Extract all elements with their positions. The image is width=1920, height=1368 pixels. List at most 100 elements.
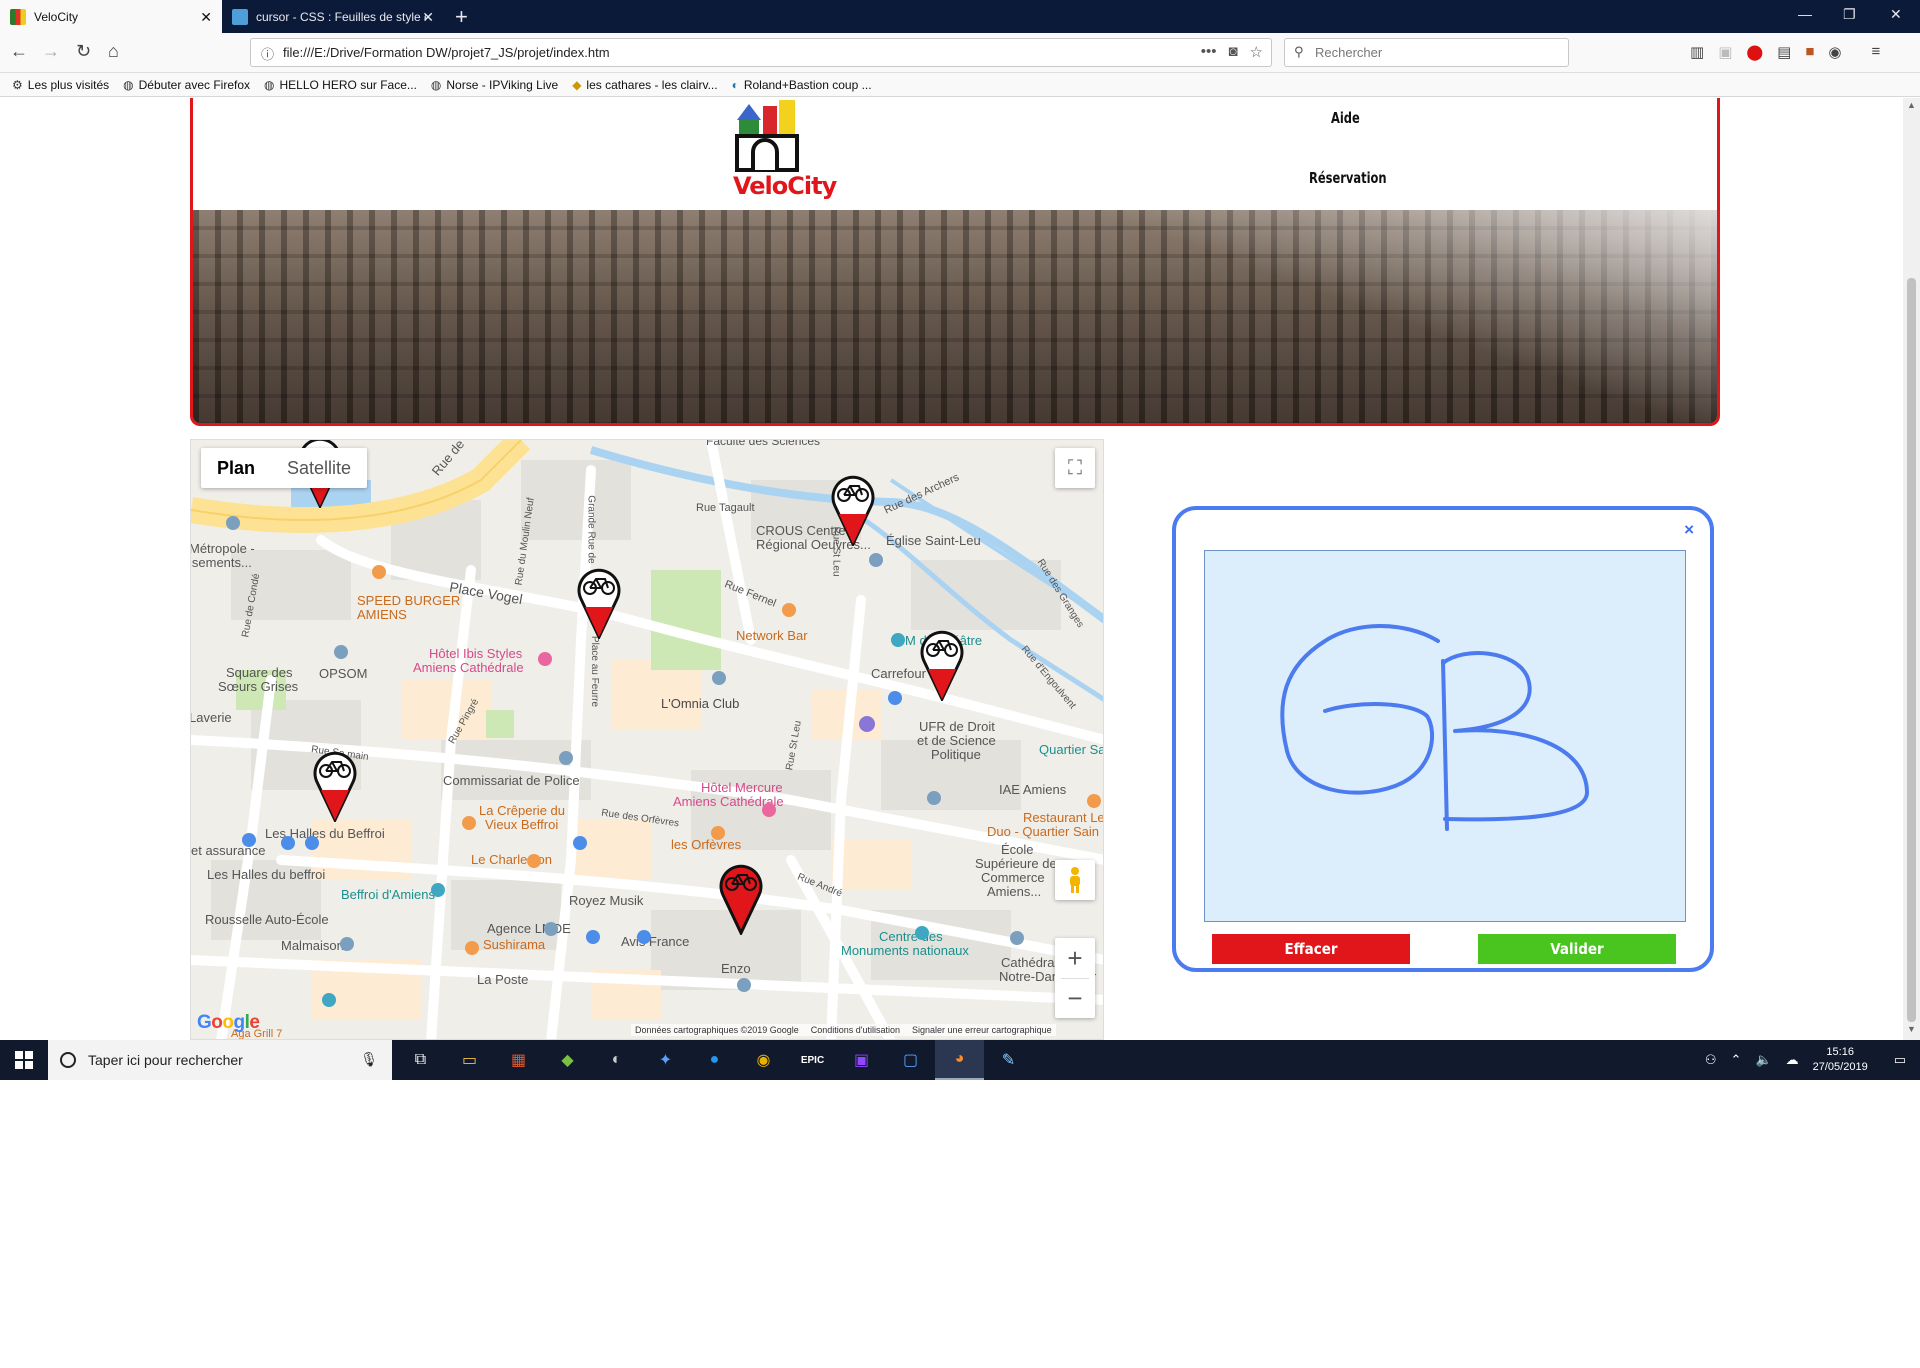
bookmark-label: Les plus visités: [27, 77, 110, 92]
fullscreen-icon[interactable]: ⛶: [1055, 448, 1095, 488]
tab-cursor-css[interactable]: cursor - CSS : Feuilles de style e ✕: [222, 0, 444, 33]
tab-velocity[interactable]: VeloCity ✕: [0, 0, 222, 33]
bookmark-cathares[interactable]: ◆ les cathares - les clairv...: [572, 78, 717, 92]
zoom-in-button[interactable]: +: [1067, 938, 1082, 978]
close-tab-icon[interactable]: ✕: [200, 9, 212, 26]
validate-signature-button[interactable]: Valider: [1478, 934, 1676, 964]
forward-arrow-icon[interactable]: →: [42, 41, 60, 62]
station-map[interactable]: Faculté des Sciences Rue Tagault Rue des…: [190, 439, 1104, 1040]
zoom-out-button[interactable]: −: [1067, 979, 1082, 1018]
map-type-toggle: Plan Satellite: [201, 448, 368, 488]
scroll-up-icon[interactable]: ▲: [1907, 100, 1916, 110]
clock-time: 15:16: [1826, 1046, 1854, 1058]
bookmark-star-icon[interactable]: ☆: [1250, 43, 1263, 61]
google-logo: Google: [197, 1012, 260, 1033]
bike-station-marker[interactable]: [829, 470, 877, 546]
app-icon[interactable]: ✦: [641, 1040, 690, 1080]
search-placeholder: Rechercher: [1315, 45, 1383, 60]
library-icon[interactable]: ▥: [1690, 43, 1704, 61]
back-arrow-icon[interactable]: ←: [10, 41, 28, 62]
people-icon[interactable]: ⚇: [1705, 1052, 1717, 1068]
map-type-satellite[interactable]: Satellite: [271, 448, 367, 488]
menu-icon[interactable]: ≡: [1872, 43, 1881, 61]
close-tab-icon[interactable]: ✕: [422, 9, 434, 26]
bookmark-most-visited[interactable]: ⚙ Les plus visités: [12, 78, 109, 92]
site-nav: VeloCity Aide Réservation: [193, 98, 1717, 210]
taskbar-search-placeholder: Taper ici pour rechercher: [88, 1052, 243, 1068]
street-view-pegman-icon[interactable]: [1055, 860, 1095, 900]
taskbar-search[interactable]: Taper ici pour rechercher 🎙: [48, 1040, 392, 1080]
firefox-icon[interactable]: ◕: [935, 1040, 984, 1080]
paint-icon[interactable]: ✎: [984, 1040, 1033, 1080]
search-bar[interactable]: ⚲ Rechercher: [1284, 38, 1569, 67]
empty-area-below-screen: [0, 1080, 1920, 1368]
reload-icon[interactable]: ↻: [76, 41, 91, 62]
office-app-icon[interactable]: ▦: [494, 1040, 543, 1080]
signature-canvas[interactable]: [1204, 550, 1686, 922]
clear-signature-button[interactable]: Effacer: [1212, 934, 1410, 964]
url-bar[interactable]: ⓘ file:///E:/Drive/Formation DW/projet7_…: [250, 38, 1272, 67]
page-actions-icon[interactable]: •••: [1201, 43, 1217, 61]
app-icon[interactable]: ▢: [886, 1040, 935, 1080]
new-tab-button[interactable]: +: [455, 4, 468, 30]
nav-link-reservation[interactable]: Réservation: [1309, 169, 1387, 187]
start-button[interactable]: [0, 1040, 48, 1080]
volume-icon[interactable]: 🔈: [1755, 1052, 1771, 1068]
pocket-icon[interactable]: ◙: [1228, 43, 1237, 61]
windows-logo-icon: [15, 1051, 33, 1069]
bike-station-marker-selected[interactable]: [717, 859, 765, 935]
page-scrollbar[interactable]: ▲ ▼: [1903, 98, 1920, 1040]
sidebar-icon[interactable]: ▤: [1777, 43, 1791, 61]
bookmark-label: Débuter avec Firefox: [138, 77, 251, 92]
extension-icon[interactable]: ■: [1805, 43, 1814, 61]
messenger-icon[interactable]: ●: [690, 1040, 739, 1080]
epic-games-icon[interactable]: EPIC: [788, 1040, 837, 1080]
bookmark-label: les cathares - les clairv...: [586, 77, 718, 92]
bookmark-norse[interactable]: ◍ Norse - IPViking Live: [431, 78, 558, 92]
bike-station-marker[interactable]: [918, 625, 966, 701]
minimize-icon[interactable]: —: [1798, 6, 1812, 22]
signature-panel: × Effacer Valider: [1172, 506, 1714, 972]
bookmark-firefox[interactable]: ◍ Débuter avec Firefox: [123, 78, 250, 92]
file-explorer-icon[interactable]: ▭: [445, 1040, 494, 1080]
notifications-icon[interactable]: ▭: [1894, 1052, 1906, 1068]
close-window-icon[interactable]: ✕: [1890, 6, 1902, 23]
search-icon: ⚲: [1294, 44, 1304, 59]
adblock-icon[interactable]: ⬤: [1746, 43, 1763, 61]
map-terms-link[interactable]: Conditions d'utilisation: [811, 1025, 900, 1035]
chrome-icon[interactable]: ◉: [739, 1040, 788, 1080]
bookmark-hello-hero[interactable]: ◍ HELLO HERO sur Face...: [264, 78, 417, 92]
nav-link-aide[interactable]: Aide: [1331, 109, 1360, 127]
velocity-logo[interactable]: VeloCity: [733, 98, 837, 206]
openclassrooms-favicon-icon: [232, 8, 248, 25]
map-data-credit: Données cartographiques ©2019 Google: [635, 1025, 799, 1035]
twitch-icon[interactable]: ▣: [837, 1040, 886, 1080]
map-attribution: Données cartographiques ©2019 Google Con…: [631, 1024, 1056, 1036]
task-view-icon[interactable]: ⧉: [396, 1040, 445, 1080]
scrollbar-thumb[interactable]: [1907, 278, 1916, 1022]
chevron-up-icon[interactable]: ⌃: [1731, 1052, 1742, 1068]
bike-station-marker[interactable]: [311, 746, 359, 822]
bike-station-marker[interactable]: [575, 563, 623, 639]
close-icon[interactable]: ×: [1684, 520, 1694, 540]
onedrive-icon[interactable]: ☁: [1786, 1052, 1799, 1068]
evernote-icon[interactable]: ◆: [543, 1040, 592, 1080]
map-type-plan[interactable]: Plan: [201, 448, 271, 488]
home-icon[interactable]: ⌂: [108, 41, 119, 62]
pegman-icon: [1070, 867, 1080, 893]
screenshot-icon[interactable]: ▣: [1718, 43, 1732, 61]
screen: VeloCity ✕ cursor - CSS : Feuilles de st…: [0, 0, 1920, 1080]
app-icon[interactable]: ◐: [592, 1040, 641, 1080]
cathedral-sky: [193, 206, 1717, 423]
clock-date: 27/05/2019: [1812, 1061, 1868, 1073]
microphone-icon[interactable]: 🎙: [360, 1051, 378, 1068]
bookmarks-bar: ⚙ Les plus visités ◍ Débuter avec Firefox …: [0, 73, 1920, 97]
scroll-down-icon[interactable]: ▼: [1907, 1024, 1916, 1034]
logo-text: VeloCity: [733, 172, 837, 200]
clock[interactable]: 15:16 27/05/2019: [1813, 1045, 1868, 1075]
restore-icon[interactable]: ❐: [1843, 6, 1856, 23]
bookmark-roland[interactable]: ◐ Roland+Bastion coup ...: [732, 78, 872, 92]
info-icon[interactable]: ⓘ: [261, 44, 274, 63]
account-icon[interactable]: ◉: [1828, 43, 1841, 61]
map-report-link[interactable]: Signaler une erreur cartographique: [912, 1025, 1052, 1035]
